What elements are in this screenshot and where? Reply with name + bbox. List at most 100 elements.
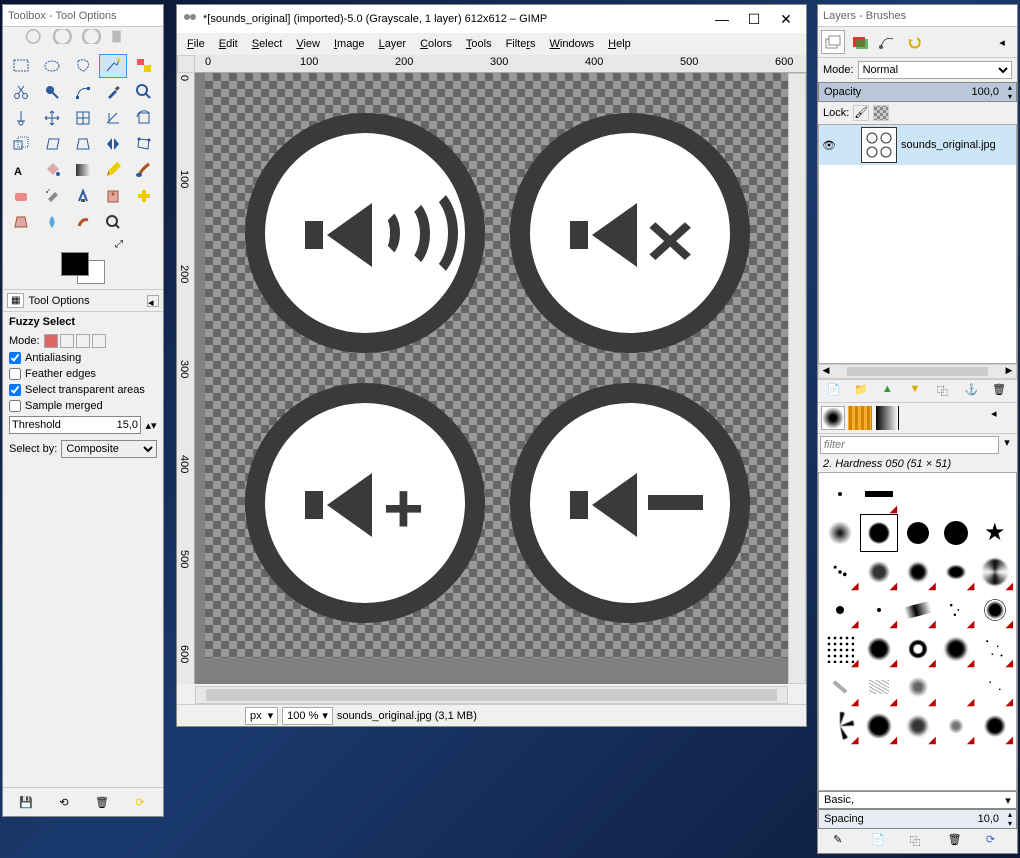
footer-delete-icon[interactable]: 🗑 — [93, 793, 111, 811]
lock-pixels-icon[interactable]: 🖌 — [853, 105, 869, 121]
dock-menu-icon[interactable]: ◂ — [990, 30, 1014, 54]
tool-ink[interactable] — [69, 184, 97, 208]
threshold-row[interactable]: Threshold15,0 ▴▾ — [3, 414, 163, 436]
tool-perspective-clone[interactable] — [7, 210, 35, 234]
threshold-field[interactable]: Threshold15,0 — [9, 416, 141, 434]
edit-brush-icon[interactable]: ✎ — [833, 833, 849, 849]
menu-edit[interactable]: Edit — [213, 36, 244, 52]
tab-patterns[interactable] — [848, 406, 872, 430]
tool-flip[interactable] — [99, 132, 127, 156]
tab-layers[interactable] — [821, 30, 845, 54]
footer-restore-icon[interactable]: ⟲ — [55, 793, 73, 811]
menu-layer[interactable]: Layer — [373, 36, 413, 52]
tool-dodge[interactable] — [99, 210, 127, 234]
tool-text[interactable]: A — [7, 158, 35, 182]
menu-view[interactable]: View — [290, 36, 326, 52]
tool-zoom[interactable] — [130, 80, 158, 104]
tool-airbrush[interactable] — [38, 184, 66, 208]
tool-heal[interactable] — [130, 184, 158, 208]
brush-item[interactable]: ◢ — [898, 591, 937, 630]
brush-item[interactable]: ◢ — [975, 552, 1014, 591]
color-swatches[interactable]: ⤢ — [3, 239, 163, 289]
tab-channels[interactable] — [848, 30, 872, 54]
brush-item[interactable]: ◢ — [937, 707, 976, 746]
brush-filter-dropdown[interactable]: ▾ — [999, 436, 1015, 454]
brush-filter-input[interactable] — [820, 436, 999, 454]
tool-measure[interactable] — [7, 106, 35, 130]
brush-item[interactable]: ◢ — [898, 707, 937, 746]
brush-item[interactable]: ◢ — [860, 552, 899, 591]
brush-item[interactable]: ◢ — [937, 629, 976, 668]
opacity-row[interactable]: Opacity 100,0 ▴▾ — [818, 82, 1017, 102]
feather-checkbox[interactable] — [9, 368, 21, 380]
tool-options-menu-icon[interactable]: ◂ — [147, 295, 159, 307]
raise-layer-icon[interactable]: ▲ — [882, 383, 898, 399]
menu-filters[interactable]: Filters — [500, 36, 542, 52]
tool-scissors[interactable] — [7, 80, 35, 104]
brush-item[interactable]: ◢ — [821, 668, 860, 707]
layer-thumbnail[interactable] — [861, 127, 897, 163]
spacing-row[interactable]: Spacing 10,0 ▴▾ — [818, 809, 1017, 829]
brush-item[interactable] — [821, 475, 860, 514]
spacing-spinner[interactable]: ▴▾ — [1004, 810, 1016, 828]
tab-brushes[interactable] — [821, 406, 845, 430]
tab-paths[interactable] — [875, 30, 899, 54]
new-layer-icon[interactable]: 📄 — [827, 383, 843, 399]
lower-layer-icon[interactable]: ▼ — [909, 383, 925, 399]
toolbox-titlebar[interactable]: Toolbox - Tool Options — [3, 5, 163, 27]
lock-alpha-icon[interactable] — [873, 105, 889, 121]
tool-rect-select[interactable] — [7, 54, 35, 78]
tab-gradients[interactable] — [875, 406, 899, 430]
duplicate-layer-icon[interactable]: ⿻ — [937, 383, 953, 399]
delete-layer-icon[interactable]: 🗑 — [992, 383, 1008, 399]
brush-item[interactable]: ◢ — [937, 668, 976, 707]
layer-item[interactable]: 👁 sounds_original.jpg — [819, 125, 1016, 165]
brush-item[interactable]: ◢ — [937, 591, 976, 630]
menu-select[interactable]: Select — [246, 36, 289, 52]
tool-foreground-select[interactable] — [38, 80, 66, 104]
menu-windows[interactable]: Windows — [544, 36, 601, 52]
brush-item[interactable]: ◢ — [821, 591, 860, 630]
footer-reset-icon[interactable]: ⟳ — [131, 793, 149, 811]
tool-blur[interactable] — [38, 210, 66, 234]
brush-item[interactable] — [937, 475, 976, 514]
ruler-horizontal[interactable]: 0 100 200 300 400 500 600 — [195, 55, 806, 73]
transparent-checkbox[interactable] — [9, 384, 21, 396]
brush-item[interactable] — [821, 514, 860, 553]
brush-item[interactable]: ◢ — [975, 668, 1014, 707]
opacity-spinner[interactable]: ▴▾ — [1004, 83, 1016, 101]
select-by-dropdown[interactable]: Composite — [61, 440, 157, 458]
tool-blend[interactable] — [69, 158, 97, 182]
canvas-scrollbar-v[interactable] — [788, 73, 806, 684]
tool-free-select[interactable] — [69, 54, 97, 78]
brush-item[interactable]: ◢ — [860, 629, 899, 668]
sample-merged-row[interactable]: Sample merged — [3, 398, 163, 414]
layer-visibility-icon[interactable]: 👁 — [821, 139, 837, 152]
foreground-color[interactable] — [61, 252, 89, 276]
anchor-layer-icon[interactable]: ⚓ — [965, 383, 981, 399]
tool-rotate[interactable] — [130, 106, 158, 130]
menu-colors[interactable]: Colors — [414, 36, 458, 52]
brush-dock-menu-icon[interactable]: ◂ — [990, 406, 1014, 430]
menu-tools[interactable]: Tools — [460, 36, 498, 52]
refresh-brush-icon[interactable]: ⟳ — [986, 833, 1002, 849]
tool-eraser[interactable] — [7, 184, 35, 208]
brush-item[interactable]: ◢ — [898, 668, 937, 707]
menu-help[interactable]: Help — [602, 36, 637, 52]
delete-brush-icon[interactable]: 🗑 — [948, 833, 964, 849]
tool-ellipse-select[interactable] — [38, 54, 66, 78]
brush-item[interactable] — [898, 475, 937, 514]
brush-item[interactable] — [937, 514, 976, 553]
new-brush-icon[interactable]: 📄 — [871, 833, 887, 849]
tool-align[interactable] — [69, 106, 97, 130]
brush-item[interactable]: ◢ — [975, 591, 1014, 630]
tool-crop[interactable] — [99, 106, 127, 130]
tool-smudge[interactable] — [69, 210, 97, 234]
brush-item[interactable]: ◢ — [860, 707, 899, 746]
unit-selector[interactable]: px ▾ — [245, 707, 278, 725]
layer-group-icon[interactable]: 📁 — [854, 383, 870, 399]
brush-item[interactable] — [975, 475, 1014, 514]
footer-save-icon[interactable]: 💾 — [17, 793, 35, 811]
tool-bucket-fill[interactable] — [38, 158, 66, 182]
tool-scale[interactable] — [7, 132, 35, 156]
